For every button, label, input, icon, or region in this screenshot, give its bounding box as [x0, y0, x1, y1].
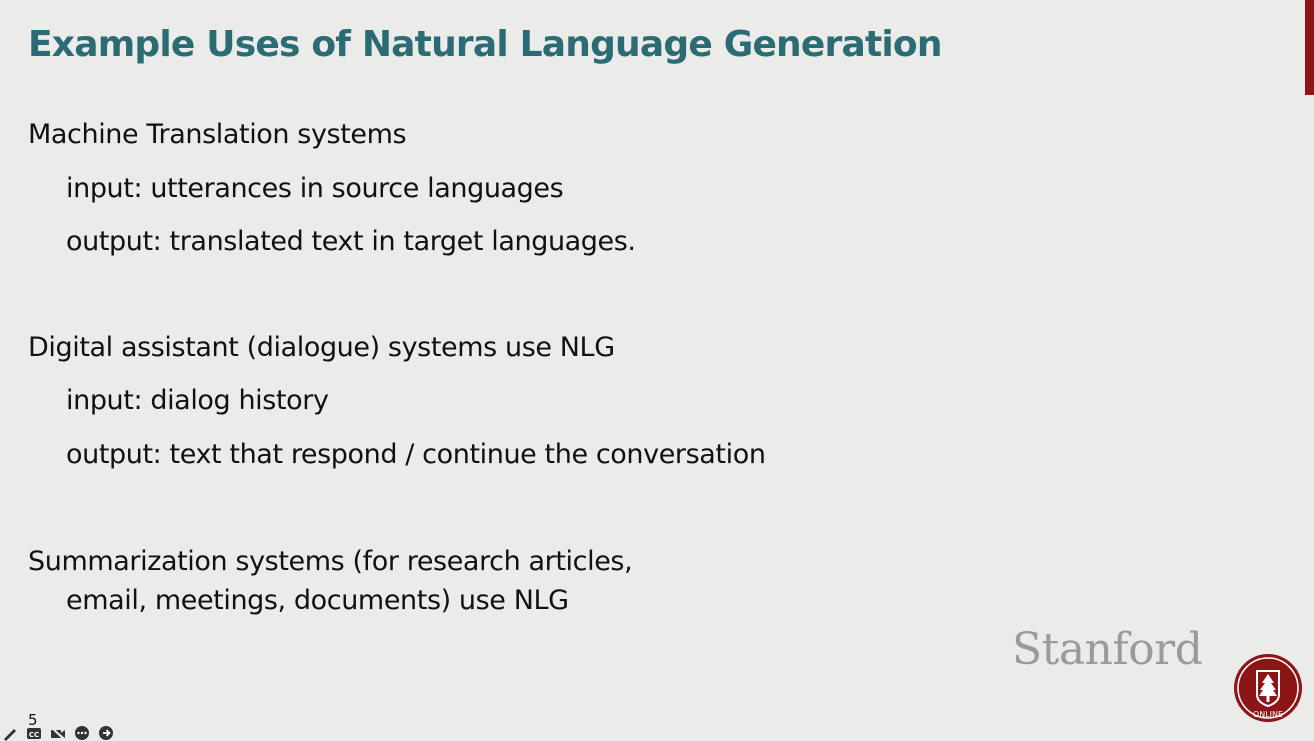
slide: Example Uses of Natural Language Generat… — [0, 0, 1314, 741]
pen-icon[interactable] — [2, 725, 18, 741]
seal-text: ONLINE — [1253, 710, 1283, 719]
section-item: email, meetings, documents) use NLG — [66, 585, 569, 616]
section-heading-machine-translation: Machine Translation systems — [28, 119, 407, 150]
more-icon[interactable] — [74, 725, 90, 741]
stanford-wordmark: Stanford — [1012, 624, 1203, 675]
svg-text:CC: CC — [29, 731, 39, 739]
section-heading-digital-assistant: Digital assistant (dialogue) systems use… — [28, 332, 615, 363]
section-item: output: translated text in target langua… — [66, 226, 636, 257]
section-item: input: utterances in source languages — [66, 173, 564, 204]
camera-off-icon[interactable] — [50, 725, 66, 741]
section-heading-summarization: Summarization systems (for research arti… — [28, 546, 633, 577]
section-item: input: dialog history — [66, 385, 329, 416]
captions-icon[interactable]: CC — [26, 725, 42, 741]
section-item: output: text that respond / continue the… — [66, 439, 766, 470]
slide-title: Example Uses of Natural Language Generat… — [28, 24, 942, 65]
stanford-online-seal-icon: ONLINE — [1234, 654, 1302, 722]
accent-edge-bar — [1305, 0, 1314, 95]
presentation-toolbar: CC — [2, 725, 114, 741]
next-icon[interactable] — [98, 725, 114, 741]
